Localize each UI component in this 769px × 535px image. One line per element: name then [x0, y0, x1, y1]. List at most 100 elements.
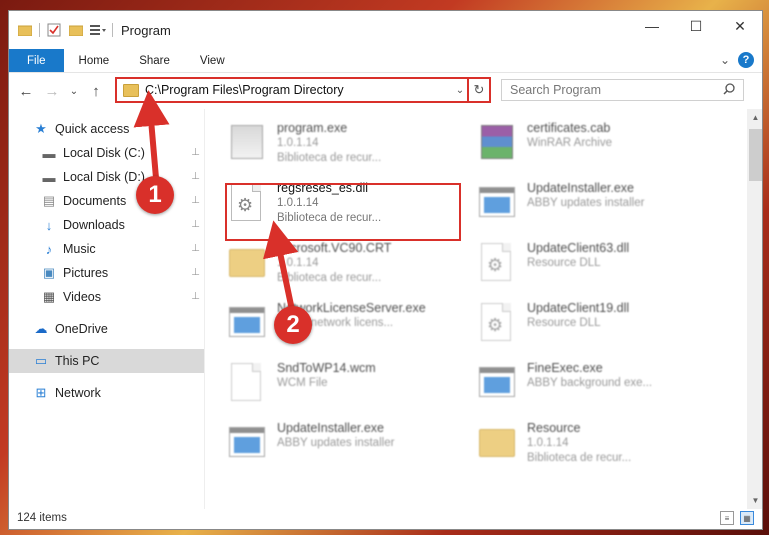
monitor-icon: ▭	[34, 353, 48, 368]
file-name: Resource	[527, 421, 581, 435]
window-controls: — ☐ ✕	[630, 11, 762, 41]
folder-icon	[17, 22, 33, 38]
file-name: certificates.cab	[527, 121, 611, 135]
file-item[interactable]: Resource 1.0.1.14 Biblioteca de recur...	[475, 415, 725, 475]
archive-icon	[475, 121, 519, 165]
search-icon[interactable]	[723, 82, 735, 98]
folder-icon	[475, 421, 519, 465]
music-note-icon: ♪	[45, 241, 53, 257]
explorer-window: Program — ☐ ✕ File Home Share View ⌄ ? ←…	[8, 10, 763, 530]
file-meta: 1.0.1.14	[277, 257, 319, 269]
sidebar-item-music[interactable]: ♪ Music ⊥	[9, 237, 204, 261]
properties-check-icon[interactable]	[46, 22, 62, 38]
customize-toolbar-icon[interactable]	[90, 22, 106, 38]
status-bar: 124 items ≡ ▦	[9, 507, 762, 529]
address-bar[interactable]: C:\Program Files\Program Directory ⌄ ↻	[115, 77, 491, 103]
file-item[interactable]: NetworkLicenseServer.exe ABBY network lic…	[225, 295, 475, 355]
application-icon	[475, 361, 519, 405]
file-meta: 1.0.1.14	[527, 437, 569, 449]
documents-icon: ▤	[42, 193, 56, 208]
file-item[interactable]: ⚙ UpdateClient19.dll Resource DLL	[475, 295, 725, 355]
sidebar-item-network[interactable]: ⊞ Network	[9, 381, 204, 405]
sidebar-item-onedrive[interactable]: ☁ OneDrive	[9, 317, 204, 341]
step-badge-2: 2	[274, 306, 312, 344]
pin-icon[interactable]: ⊥	[191, 195, 200, 206]
cloud-icon: ☁	[34, 321, 48, 336]
file-grid: program.exe 1.0.1.14 Biblioteca de recur..…	[225, 115, 725, 475]
file-name: UpdateClient63.dll	[527, 241, 630, 255]
sidebar-item-videos[interactable]: ▦ Videos ⊥	[9, 285, 204, 309]
folder-icon	[225, 241, 269, 285]
main-content: ★ Quick access ▬ Local Disk (C:) ⊥ ▬ Loc…	[9, 109, 762, 509]
address-dropdown-icon[interactable]: ⌄	[453, 85, 467, 96]
pin-icon[interactable]: ⊥	[191, 219, 200, 230]
minimize-button[interactable]: —	[630, 11, 674, 41]
document-icon	[225, 361, 269, 405]
selected-file-highlight	[225, 183, 461, 241]
sidebar-item-local-disk-d[interactable]: ▬ Local Disk (D:) ⊥	[9, 165, 204, 189]
file-name: SndToWP14.wcm	[277, 361, 376, 375]
help-icon[interactable]: ?	[738, 52, 754, 68]
tab-home[interactable]: Home	[64, 49, 125, 72]
item-count: 124 items	[17, 512, 67, 524]
search-input[interactable]: Search Program	[501, 79, 744, 101]
sidebar-item-quick-access[interactable]: ★ Quick access	[9, 117, 204, 141]
details-view-icon[interactable]: ≡	[720, 511, 734, 525]
forward-button[interactable]: →	[41, 80, 63, 102]
sidebar-item-local-disk-c[interactable]: ▬ Local Disk (C:) ⊥	[9, 141, 204, 165]
file-name: program.exe	[277, 121, 348, 135]
file-meta: WinRAR Archive	[527, 137, 612, 149]
file-item[interactable]: FineExec.exe ABBY background exe...	[475, 355, 725, 415]
sidebar-item-downloads[interactable]: ↓ Downloads ⊥	[9, 213, 204, 237]
file-item[interactable]: Microsoft.VC90.CRT 1.0.1.14 Biblioteca de …	[225, 235, 475, 295]
film-icon: ▦	[42, 289, 56, 304]
executable-icon	[225, 121, 269, 165]
scroll-thumb[interactable]	[749, 129, 762, 181]
pin-icon[interactable]: ⊥	[191, 171, 200, 182]
file-name: Microsoft.VC90.CRT	[277, 241, 392, 255]
quick-access-toolbar	[9, 22, 113, 38]
back-button[interactable]: ←	[15, 80, 37, 102]
refresh-icon[interactable]: ↻	[467, 79, 489, 101]
file-meta: 1.0.1.14	[277, 137, 319, 149]
file-name: UpdateClient19.dll	[527, 301, 630, 315]
tiles-view-icon[interactable]: ▦	[740, 511, 754, 525]
file-name: UpdateInstaller.exe	[277, 421, 385, 435]
file-item[interactable]: UpdateInstaller.exe ABBY updates installe…	[225, 415, 475, 475]
file-meta: Resource DLL	[527, 257, 601, 269]
file-item[interactable]: certificates.cab WinRAR Archive	[475, 115, 725, 175]
address-path[interactable]: C:\Program Files\Program Directory	[145, 83, 453, 97]
up-button[interactable]: ↑	[85, 80, 107, 102]
sidebar-item-documents[interactable]: ▤ Documents ⊥	[9, 189, 204, 213]
sidebar-item-pictures[interactable]: ▣ Pictures ⊥	[9, 261, 204, 285]
pin-icon[interactable]: ⊥	[191, 243, 200, 254]
sidebar-item-this-pc[interactable]: ▭ This PC	[9, 349, 204, 373]
vertical-scrollbar[interactable]: ▲ ▼	[747, 109, 762, 509]
file-item[interactable]: SndToWP14.wcm WCM File	[225, 355, 475, 415]
file-meta: Biblioteca de recur...	[277, 272, 382, 284]
file-meta: Resource DLL	[527, 317, 601, 329]
pin-icon[interactable]: ⊥	[191, 291, 200, 302]
pictures-icon: ▣	[42, 265, 56, 280]
file-name: FineExec.exe	[527, 361, 603, 375]
new-folder-icon[interactable]	[68, 22, 84, 38]
expand-ribbon-icon[interactable]: ⌄	[720, 53, 730, 67]
tab-view[interactable]: View	[185, 49, 240, 72]
gear-file-icon: ⚙	[475, 301, 519, 345]
title-bar: Program — ☐ ✕	[9, 11, 762, 49]
file-meta: ABBY background exe...	[527, 377, 653, 389]
maximize-button[interactable]: ☐	[674, 11, 718, 41]
recent-locations-button[interactable]: ⌄	[67, 80, 81, 102]
pin-icon[interactable]: ⊥	[191, 147, 200, 158]
file-item[interactable]: program.exe 1.0.1.14 Biblioteca de recur..…	[225, 115, 475, 175]
step-badge-1: 1	[136, 176, 174, 214]
close-button[interactable]: ✕	[718, 11, 762, 41]
scroll-up-icon[interactable]: ▲	[747, 109, 762, 126]
tab-share[interactable]: Share	[124, 49, 185, 72]
file-item[interactable]: UpdateInstaller.exe ABBY updates installe…	[475, 175, 725, 235]
tab-file[interactable]: File	[9, 49, 64, 72]
file-meta: Biblioteca de recur...	[527, 452, 632, 464]
pin-icon[interactable]: ⊥	[191, 267, 200, 278]
application-icon	[475, 181, 519, 225]
file-item[interactable]: ⚙ UpdateClient63.dll Resource DLL	[475, 235, 725, 295]
